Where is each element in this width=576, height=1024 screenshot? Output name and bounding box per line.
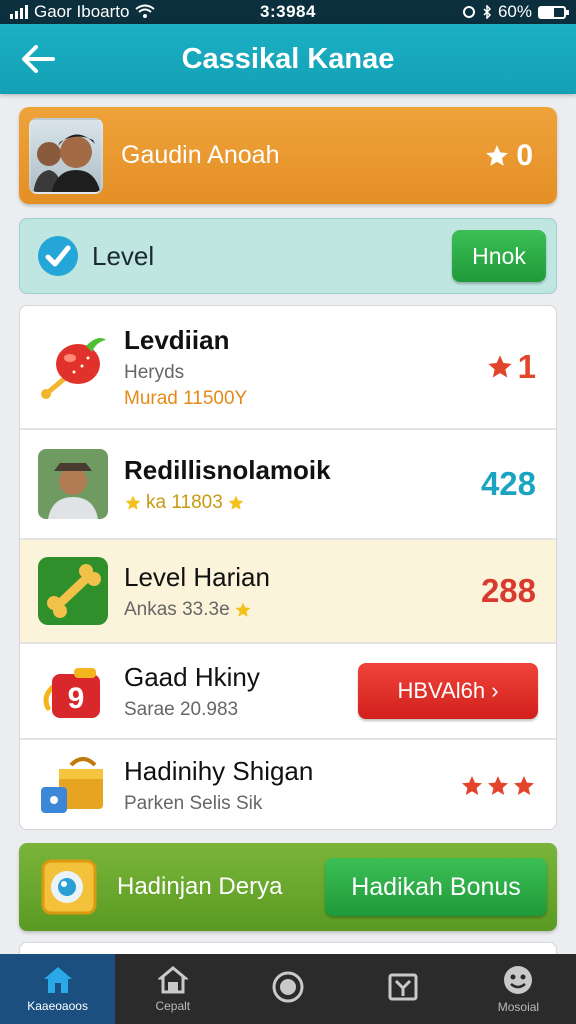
gift-badge-icon: 9 — [36, 654, 110, 728]
star-icon — [228, 495, 244, 510]
bonus-button[interactable]: Hadikah Bonus — [325, 858, 547, 916]
bone-icon — [36, 554, 110, 628]
arrow-left-icon — [22, 45, 55, 73]
item-action-button[interactable]: HBVAl6h › — [358, 663, 538, 719]
circle-icon — [272, 971, 304, 1003]
item-detail: ka 11803 — [146, 491, 223, 513]
item-value: 428 — [480, 465, 536, 502]
item-title: Levdiian — [124, 324, 230, 355]
nav-label: Kaaeoaoos — [27, 999, 88, 1013]
profile-card[interactable]: Gaudin Anoah 0 — [19, 107, 557, 204]
list-panel: Levdiian Heryds Murad 11500Y 1 Redillisn… — [19, 305, 557, 830]
item-detail: Murad 11500Y — [124, 387, 248, 409]
nav-label: Mosoial — [497, 1000, 540, 1014]
battery-icon — [538, 5, 569, 19]
bonus-card: Hadinjan Derya Hadikah Bonus — [19, 843, 557, 931]
item-title: Gaad Hkiny — [124, 661, 260, 692]
star-icon — [125, 495, 141, 510]
star-icon — [486, 144, 509, 166]
bottom-nav: Kaaeoaoos Cepalt Mosoial — [0, 954, 576, 1024]
bonus-title: Hadinjan Derya — [117, 873, 283, 900]
nav-item-home[interactable]: Kaaeoaoos — [0, 954, 116, 1024]
box-icon — [388, 973, 418, 1001]
signal-icon — [10, 5, 28, 19]
app-header: Cassikal Kanae — [0, 24, 576, 94]
item-detail: Sarae 20.983 — [124, 698, 239, 720]
item-detail-line: ka 11803 — [124, 492, 481, 514]
nav-item-shop[interactable]: Cepalt — [115, 954, 230, 1024]
nav-label: Cepalt — [155, 999, 191, 1013]
item-rating — [460, 774, 536, 798]
item-detail-line: Ankas 33.3e — [124, 599, 481, 621]
nav-item-social[interactable]: Mosoial — [461, 954, 576, 1024]
item-detail: Ankas 33.3e — [124, 598, 230, 620]
bluetooth-icon — [483, 5, 492, 19]
svg-text:9: 9 — [68, 682, 85, 715]
list-item[interactable]: Redillisnolamoik ka 11803 428 — [20, 430, 556, 540]
shop-icon — [157, 966, 188, 994]
item-title: Redillisnolamoik — [124, 454, 331, 485]
badge-icon — [41, 859, 97, 915]
status-bar: Gaor Iboarto 3:3984 60% — [0, 0, 576, 24]
level-bar: Level Hnok — [19, 218, 557, 294]
tomato-rattle-icon — [36, 330, 110, 404]
treasure-box-icon — [36, 749, 110, 823]
profile-star-count: 0 — [484, 139, 533, 173]
level-label: Level — [92, 240, 155, 271]
star-icon — [488, 775, 508, 795]
wifi-icon — [135, 4, 156, 18]
sync-icon — [462, 6, 475, 18]
item-title: Hadinihy Shigan — [124, 756, 314, 786]
profile-name: Gaudin Anoah — [121, 141, 280, 169]
home-icon — [43, 967, 72, 993]
avatar — [29, 117, 103, 194]
clock: 3:3984 — [260, 2, 316, 21]
check-circle-icon — [38, 236, 78, 276]
star-icon — [235, 602, 251, 617]
star-icon — [487, 355, 512, 378]
item-value: 288 — [480, 572, 536, 609]
list-item[interactable]: 9 Gaad Hkiny Sarae 20.983 HBVAl6h › — [20, 644, 556, 740]
item-title: Level Harian — [124, 561, 270, 592]
level-button[interactable]: Hnok — [452, 230, 546, 282]
list-item[interactable]: Levdiian Heryds Murad 11500Y 1 — [20, 306, 556, 430]
page-title: Cassikal Kanae — [181, 42, 395, 75]
item-value: 1 — [517, 348, 536, 385]
star-icon — [462, 775, 482, 795]
list-item[interactable]: Hadinihy Shigan Parken Selis Sik — [20, 740, 556, 829]
item-detail: Parken Selis Sik — [124, 793, 263, 814]
item-subtitle: Heryds — [124, 361, 185, 383]
face-icon — [504, 966, 533, 994]
carrier-name: Gaor Iboarto — [34, 2, 130, 21]
nav-item-circle[interactable] — [230, 954, 345, 1024]
avatar — [36, 447, 110, 521]
list-item[interactable]: Level Harian Ankas 33.3e 288 — [20, 540, 556, 644]
back-button[interactable] — [18, 39, 58, 79]
star-count: 0 — [516, 138, 533, 172]
battery-percent: 60% — [497, 2, 532, 21]
item-star-value: 1 — [486, 348, 536, 386]
star-icon — [514, 775, 534, 795]
nav-item-box[interactable] — [346, 954, 461, 1024]
